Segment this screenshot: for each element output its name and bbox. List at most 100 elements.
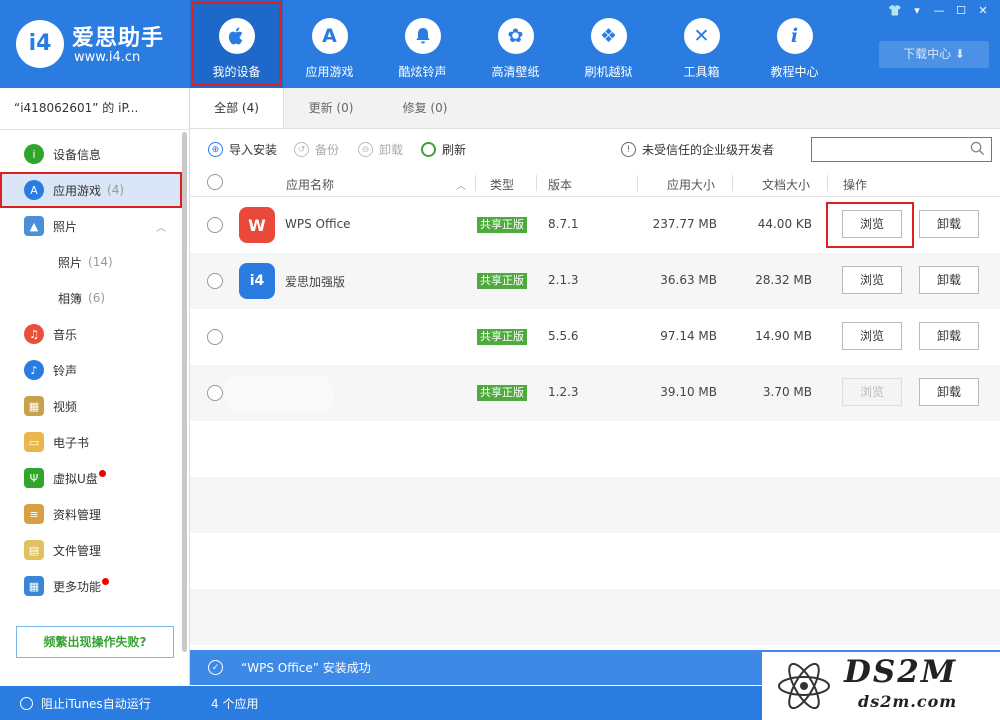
header-app-name[interactable]: 应用名称 [286,176,334,193]
app-size: 237.77 MB [652,217,717,231]
nav-apps-games[interactable]: A 应用游戏 [283,0,376,88]
app-store-icon: A [24,180,44,200]
row-radio[interactable] [207,273,223,289]
nav-flash-jailbreak[interactable]: ❖ 刷机越狱 [562,0,655,88]
redaction-mask [224,319,334,357]
uninstall-button[interactable]: ⊖ 卸载 [358,141,403,158]
download-center-button[interactable]: 下载中心 ⬇ [879,41,989,68]
watermark-title: DS2M [844,654,958,690]
app-name: 爱思加强版 [285,275,346,289]
import-install-button[interactable]: ⊕ 导入安装 [208,141,277,158]
troubleshoot-button[interactable]: 频繁出现操作失败? [16,626,174,658]
doc-size: 14.90 MB [755,329,812,343]
backup-button[interactable]: ↺ 备份 [294,141,339,158]
search-box[interactable] [811,137,992,162]
sidebar-item-albums[interactable]: 相簿 (6) [0,280,182,316]
film-icon: ▦ [24,396,44,416]
device-selector[interactable]: “i418062601” 的 iP... [0,88,189,130]
table-row[interactable]: 共享正版 5.5.6 97.14 MB 14.90 MB 浏览 卸载 [190,309,1000,365]
uninstall-row-button[interactable]: 卸载 [919,266,979,294]
logo-name: 爱思助手 [72,26,165,51]
sidebar-item-apps[interactable]: A 应用游戏 (4) [0,172,182,208]
tools-icon: ✕ [683,18,720,54]
logo-mark: i4 [16,20,64,68]
bell-icon [404,18,441,54]
row-radio[interactable] [207,217,223,233]
apple-icon [218,18,255,54]
uninstall-icon: ⊖ [358,142,373,157]
maximize-icon[interactable]: ☐ [952,3,970,19]
header-app-size[interactable]: 应用大小 [667,176,715,193]
tab-updates[interactable]: 更新 (0) [284,88,378,128]
uninstall-row-button[interactable]: 卸载 [919,322,979,350]
nav-toolbox[interactable]: ✕ 工具箱 [655,0,748,88]
browse-button[interactable]: 浏览 [842,266,902,294]
sort-arrow-icon[interactable]: ︿ [456,177,466,192]
tab-repair[interactable]: 修复 (0) [378,88,472,128]
sidebar-item-photos-sub[interactable]: 照片 (14) [0,244,182,280]
sidebar: “i418062601” 的 iP... i 设备信息 A 应用游戏 (4) ▲… [0,88,190,686]
column-separator [475,175,476,191]
refresh-button[interactable]: 刷新 [421,141,466,158]
untrusted-developer-link[interactable]: ! 未受信任的企业级开发者 [621,141,774,158]
sidebar-item-virtual-usb[interactable]: Ψ 虚拟U盘 [0,460,182,496]
box-icon: ❖ [590,18,627,54]
header-doc-size[interactable]: 文档大小 [762,176,810,193]
skin-icon[interactable]: 👕 [886,3,904,19]
nav-wallpapers[interactable]: ✿ 高清壁纸 [469,0,562,88]
notification-dot [102,577,110,585]
main-panel: 全部 (4) 更新 (0) 修复 (0) ⊕ 导入安装 ↺ 备份 ⊖ 卸载 刷新… [190,88,1000,650]
flower-icon: ✿ [497,18,534,54]
logo-url: www.i4.cn [74,50,141,65]
check-icon: ✓ [208,660,223,675]
tab-all[interactable]: 全部 (4) [190,88,284,128]
header-version[interactable]: 版本 [548,176,572,193]
itunes-toggle[interactable]: 阻止iTunes自动运行 [0,686,190,720]
itunes-radio[interactable] [20,696,33,710]
uninstall-row-button[interactable]: 卸载 [919,210,979,238]
table-header: 应用名称 ︿ 类型 版本 应用大小 文档大小 操作 [190,169,1000,197]
toolbar: ⊕ 导入安装 ↺ 备份 ⊖ 卸载 刷新 ! 未受信任的企业级开发者 [190,129,1000,169]
window-controls: 👕 ▾ — ☐ ✕ [886,3,992,19]
menu-dropdown-icon[interactable]: ▾ [908,3,926,19]
sidebar-scrollbar[interactable] [182,132,187,652]
app-version: 8.7.1 [548,217,579,231]
warning-icon: ! [621,142,636,157]
app-version: 2.1.3 [548,273,579,287]
sidebar-item-more[interactable]: ▦ 更多功能 [0,568,182,604]
browse-button[interactable]: 浏览 [842,322,902,350]
photo-icon: ▲ [24,216,44,236]
column-separator [637,175,638,191]
minimize-icon[interactable]: — [930,3,948,19]
music-icon: ♫ [24,324,44,344]
sidebar-item-ebooks[interactable]: ▭ 电子书 [0,424,182,460]
table-row[interactable]: W WPS Office 共享正版 8.7.1 237.77 MB 44.00 … [190,197,1000,253]
sidebar-item-photos[interactable]: ▲ 照片 ︿ [0,208,182,244]
wps-icon: W [239,207,275,243]
bell-icon: ♪ [24,360,44,380]
sidebar-item-music[interactable]: ♫ 音乐 [0,316,182,352]
sidebar-item-ringtones[interactable]: ♪ 铃声 [0,352,182,388]
search-icon[interactable] [970,141,985,156]
close-icon[interactable]: ✕ [974,3,992,19]
type-badge: 共享正版 [477,329,527,345]
nav-ringtones[interactable]: 酷炫铃声 [376,0,469,88]
browse-button[interactable]: 浏览 [842,378,902,406]
sidebar-item-video[interactable]: ▦ 视频 [0,388,182,424]
table-row[interactable]: i4 爱思加强版 共享正版 2.1.3 36.63 MB 28.32 MB 浏览… [190,253,1000,309]
row-radio[interactable] [207,385,223,401]
select-all-radio[interactable] [207,174,223,190]
sidebar-item-device-info[interactable]: i 设备信息 [0,136,182,172]
nav-my-device[interactable]: 我的设备 [190,0,283,88]
uninstall-row-button[interactable]: 卸载 [919,378,979,406]
redaction-mask [224,375,334,413]
sidebar-item-data-management[interactable]: ≡ 资料管理 [0,496,182,532]
grid-icon: ▦ [24,576,44,596]
header-type[interactable]: 类型 [490,176,514,193]
nav-tutorials[interactable]: i 教程中心 [748,0,841,88]
book-icon: ▭ [24,432,44,452]
table-row[interactable]: 共享正版 1.2.3 39.10 MB 3.70 MB 浏览 卸载 [190,365,1000,421]
row-radio[interactable] [207,329,223,345]
sidebar-item-file-management[interactable]: ▤ 文件管理 [0,532,182,568]
chevron-up-icon[interactable]: ︿ [156,219,166,234]
